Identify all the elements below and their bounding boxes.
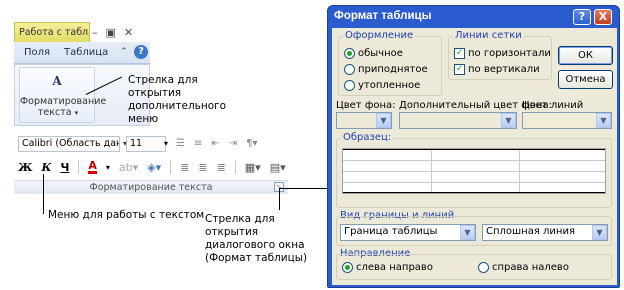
chevron-down-icon[interactable]: ▾ [164, 136, 174, 152]
checkbox-vertical[interactable]: ✓ по вертикали [454, 64, 540, 75]
line-style-combo[interactable]: Сплошная линия [482, 224, 608, 241]
gridlines-label: Линии сетки [453, 30, 524, 41]
italic-button[interactable]: К [41, 161, 51, 174]
bg-color-label: Цвет фона: [336, 100, 396, 111]
radio-button[interactable] [344, 64, 355, 75]
align-left-icon[interactable]: ≣ [180, 161, 189, 174]
chevron-down-icon[interactable]: ▼ [376, 113, 391, 128]
align-center-icon[interactable]: ≣ [198, 161, 207, 174]
preview-gridline [519, 149, 520, 193]
chevron-down-icon[interactable]: ▼ [596, 113, 611, 128]
radio-flat[interactable]: обычное [344, 48, 403, 59]
checkbox-checked-icon[interactable]: ✓ [454, 64, 465, 75]
group-caption: Форматирование текста [14, 180, 288, 194]
chevron-down-icon[interactable]: ▼ [592, 225, 607, 240]
alt-bg-color-combo[interactable] [399, 112, 517, 129]
bold-button[interactable]: Ж [18, 161, 32, 174]
tab-table[interactable]: Таблица [64, 47, 108, 58]
text-formatting-button[interactable]: A Форматирование текста ▾ [19, 67, 107, 123]
preview-gridline [343, 182, 605, 183]
divider [170, 160, 172, 174]
checkbox-checked-icon[interactable]: ✓ [454, 48, 465, 59]
divider [234, 160, 236, 174]
gridlines-icon[interactable]: ▦▾ [245, 161, 261, 174]
radio-ltr-label: слева направо [356, 262, 433, 273]
radio-sunken[interactable]: утопленное [344, 80, 420, 91]
radio-raised-label: приподнятое [358, 64, 428, 75]
radio-rtl-label: справа налево [492, 262, 569, 273]
numbered-list-icon[interactable]: ≡ [194, 138, 202, 149]
dialog-title: Формат таблицы [334, 10, 432, 22]
radio-button-selected[interactable] [344, 48, 355, 59]
paragraph-tools: ☰ ≡ ⇤ ⇥ ¶▾ [176, 138, 258, 149]
connector-line [279, 188, 280, 210]
bullet-list-icon[interactable]: ☰ [176, 138, 185, 149]
sample-label: Образец: [341, 132, 394, 143]
highlight-icon[interactable]: ab▾ [119, 161, 138, 174]
text-formatting-label: Форматирование текста ▾ [20, 96, 107, 119]
annotation-text-menu: Меню для работы с текстом [48, 209, 205, 221]
paragraph-direction-icon[interactable]: ¶▾ [246, 138, 257, 149]
help-icon[interactable]: ? [573, 9, 591, 25]
chevron-up-icon[interactable]: ⌃ [120, 47, 128, 57]
text-formatting-label-line2: текста ▾ [37, 107, 79, 118]
connector-line [279, 188, 327, 189]
radio-right-to-left[interactable]: справа налево [478, 262, 569, 273]
align-right-icon[interactable]: ≣ [217, 161, 226, 174]
minimize-icon[interactable]: – [92, 26, 98, 39]
text-formatting-toolbar: Calibri (Область данны ▾ 11 ▾ ☰ ≡ ⇤ ⇥ ¶▾… [14, 132, 288, 194]
window-controls: – ▣ ✕ [92, 24, 150, 40]
radio-flat-label: обычное [358, 48, 403, 59]
format-table-dialog: Формат таблицы ? X Оформление обычное пр… [327, 5, 620, 288]
text-formatting-label-line1: Форматирование [20, 96, 107, 107]
preview-gridline [343, 171, 605, 172]
checkbox-horizontal-label: по горизонтали [468, 48, 551, 59]
dialog-body: Оформление обычное приподнятое утопленно… [332, 28, 617, 285]
checkbox-vertical-label: по вертикали [468, 64, 540, 75]
restore-icon[interactable]: ▣ [106, 26, 116, 39]
connector-line [43, 174, 44, 214]
tab-fields[interactable]: Поля [24, 47, 50, 58]
preview-border [343, 192, 605, 193]
appearance-label: Оформление [343, 30, 416, 41]
annotation-dialog-arrow: Стрелка для открытия диалогового окна (Ф… [205, 213, 308, 264]
preview-gridline [431, 149, 432, 193]
chevron-down-icon[interactable]: ▼ [460, 225, 475, 240]
alt-fill-icon[interactable]: ▤▾ [270, 161, 286, 174]
font-name-combo[interactable]: Calibri (Область данны [18, 136, 120, 152]
format-buttons-row: Ж К Ч A ▾ ab▾ ◈▾ ≣ ≣ ≣ ▦▾ ▤▾ [18, 160, 286, 174]
radio-left-to-right[interactable]: слева направо [342, 262, 433, 273]
dropdown-arrow-icon[interactable]: ▾ [75, 109, 79, 117]
radio-raised[interactable]: приподнятое [344, 64, 428, 75]
chevron-down-icon[interactable]: ▾ [106, 163, 110, 172]
help-icon[interactable]: ? [134, 45, 148, 59]
font-size-combo[interactable]: 11 [126, 136, 166, 152]
checkbox-horizontal[interactable]: ✓ по горизонтали [454, 48, 551, 59]
ribbon-tab-strip: Поля Таблица ⌃ ? [14, 42, 150, 64]
underline-button[interactable]: Ч [60, 161, 69, 174]
radio-sunken-label: утопленное [358, 80, 421, 91]
cancel-button[interactable]: Отмена [558, 70, 613, 89]
context-tab-table-tools[interactable]: Работа с табл... [14, 22, 90, 42]
border-combo[interactable]: Граница таблицы [340, 224, 476, 241]
fill-color-icon[interactable]: ◈▾ [147, 161, 161, 174]
font-color-button[interactable]: A [88, 160, 97, 174]
radio-button-selected[interactable] [342, 262, 353, 273]
decrease-indent-icon[interactable]: ⇤ [211, 138, 219, 149]
close-icon[interactable]: ✕ [124, 26, 133, 39]
radio-button[interactable] [344, 80, 355, 91]
sample-preview [342, 148, 606, 194]
increase-indent-icon[interactable]: ⇥ [229, 138, 237, 149]
close-icon[interactable]: X [594, 9, 612, 25]
chevron-down-icon[interactable]: ▼ [501, 113, 516, 128]
ok-button[interactable]: ОК [558, 46, 613, 65]
text-format-icon: A [52, 74, 62, 88]
radio-button[interactable] [478, 262, 489, 273]
annotation-submenu-arrow: Стрелка для открытия дополнительного мен… [128, 74, 227, 125]
divider [78, 160, 80, 174]
preview-gridline [343, 160, 605, 161]
preview-border [343, 149, 605, 150]
